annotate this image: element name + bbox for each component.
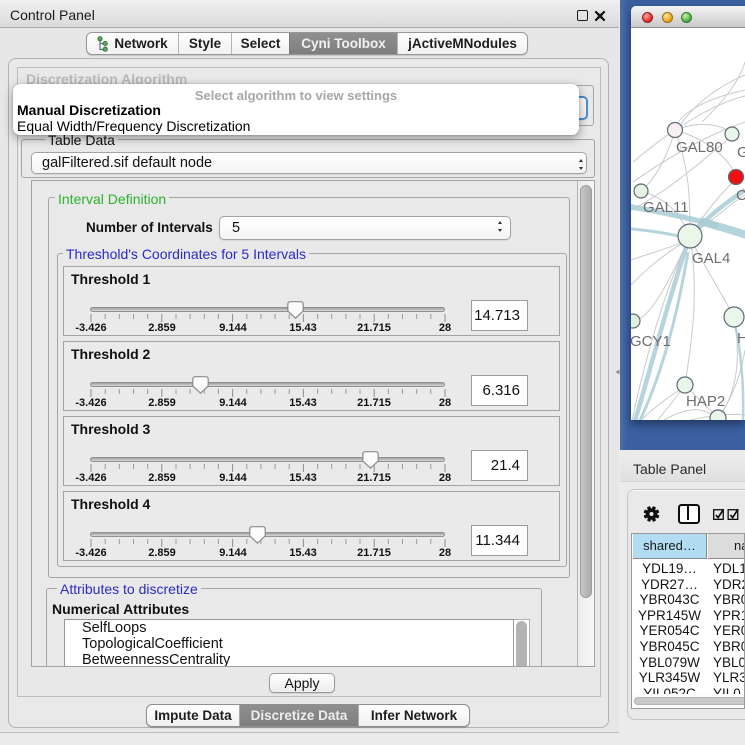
svg-text:GA: GA <box>737 144 745 161</box>
svg-text:GAL4: GAL4 <box>692 250 730 267</box>
svg-text:GAL80: GAL80 <box>676 139 723 156</box>
svg-text:HAP2: HAP2 <box>686 393 725 410</box>
svg-text:H: H <box>737 330 745 347</box>
svg-text:GCY1: GCY1 <box>631 333 671 350</box>
svg-text:GAL11: GAL11 <box>643 199 689 216</box>
svg-text:C: C <box>736 187 745 204</box>
